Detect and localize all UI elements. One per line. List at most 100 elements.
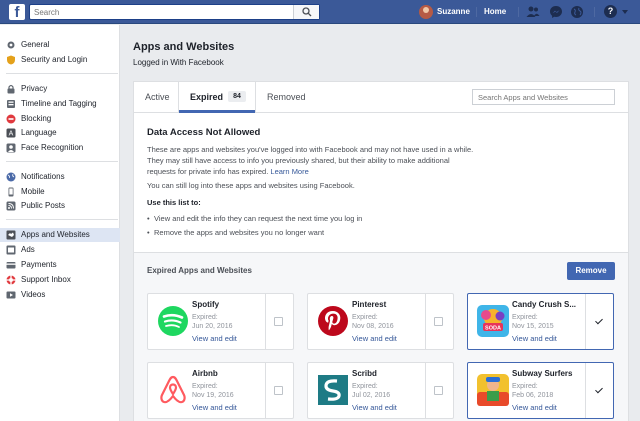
card-icon — [6, 262, 16, 269]
divider — [476, 7, 477, 17]
notice-body: These are apps and websites you've logge… — [147, 144, 477, 177]
lock-icon — [7, 84, 15, 94]
expired-date: Jun 20, 2016 — [192, 323, 233, 330]
app-card-spotify[interactable]: Spotify Expired: Jun 20, 2016 View and e… — [147, 293, 294, 350]
divider — [585, 294, 586, 349]
sidebar-item-language[interactable]: A Language — [0, 126, 120, 140]
view-and-edit-link[interactable]: View and edit — [512, 334, 557, 343]
sidebar-item-label: Videos — [21, 290, 46, 299]
divider — [6, 219, 118, 220]
notice-title: Data Access Not Allowed — [147, 127, 261, 138]
app-name: Airbnb — [192, 369, 218, 378]
video-icon — [6, 291, 16, 299]
select-checkbox-checked[interactable] — [594, 317, 603, 326]
search-box — [29, 4, 320, 20]
expired-label: Expired: — [192, 383, 218, 390]
sidebar-item-apps-and-websites[interactable]: Apps and Websites — [0, 228, 120, 242]
gear-icon — [7, 41, 15, 49]
app-card-candy-crush[interactable]: SODA Candy Crush S... Expired: Nov 15, 2… — [467, 293, 614, 350]
search-button[interactable] — [293, 5, 319, 19]
select-checkbox-checked[interactable] — [594, 386, 603, 395]
apps-panel: Active Expired 84 Removed Data Access No… — [133, 81, 629, 421]
globe-icon — [6, 172, 16, 182]
sidebar-item-public-posts[interactable]: Public Posts — [0, 199, 120, 213]
language-icon: A — [6, 128, 16, 138]
settings-sidebar: General Security and Login Privacy Timel… — [0, 25, 120, 421]
svg-text:A: A — [9, 131, 14, 138]
divider — [425, 363, 426, 418]
sidebar-item-security[interactable]: Security and Login — [0, 53, 120, 67]
expired-date: Jul 02, 2016 — [352, 392, 391, 399]
search-input[interactable] — [34, 6, 284, 18]
app-card-pinterest[interactable]: Pinterest Expired: Nov 08, 2016 View and… — [307, 293, 454, 350]
tab-expired[interactable]: Expired — [190, 92, 223, 102]
sidebar-item-label: Support Inbox — [21, 275, 71, 284]
sidebar-item-blocking[interactable]: Blocking — [0, 112, 120, 126]
sidebar-item-notifications[interactable]: Notifications — [0, 170, 120, 184]
user-name: Suzanne — [437, 7, 470, 16]
ads-icon — [6, 245, 16, 255]
block-icon — [6, 114, 16, 124]
sidebar-item-privacy[interactable]: Privacy — [0, 82, 120, 96]
expired-date: Nov 08, 2016 — [352, 323, 394, 330]
sidebar-item-support-inbox[interactable]: Support Inbox — [0, 273, 120, 287]
tab-removed[interactable]: Removed — [267, 92, 306, 102]
home-link[interactable]: Home — [484, 7, 506, 16]
expired-count-badge: 84 — [228, 91, 246, 102]
notice-login-note: You can still log into these apps and we… — [147, 181, 355, 190]
divider — [585, 363, 586, 418]
globe-notifications-icon[interactable] — [570, 5, 584, 19]
timeline-icon — [7, 100, 15, 108]
facebook-logo-icon[interactable]: f — [9, 4, 25, 20]
view-and-edit-link[interactable]: View and edit — [192, 334, 237, 343]
sidebar-item-label: Blocking — [21, 114, 52, 123]
select-checkbox[interactable] — [274, 386, 283, 395]
sidebar-item-label: Public Posts — [21, 201, 66, 210]
pinterest-logo-icon — [318, 306, 348, 336]
tab-bar: Active Expired 84 Removed — [134, 82, 628, 113]
sidebar-item-payments[interactable]: Payments — [0, 258, 120, 272]
sidebar-item-label: Payments — [21, 260, 57, 269]
sidebar-item-mobile[interactable]: Mobile — [0, 185, 120, 199]
sidebar-item-ads[interactable]: Ads — [0, 243, 120, 257]
divider — [425, 294, 426, 349]
app-card-airbnb[interactable]: Airbnb Expired: Nov 19, 2016 View and ed… — [147, 362, 294, 419]
remove-button[interactable]: Remove — [567, 262, 615, 280]
help-icon[interactable]: ? — [604, 5, 617, 18]
messenger-icon[interactable] — [549, 5, 563, 19]
view-and-edit-link[interactable]: View and edit — [352, 403, 397, 412]
view-and-edit-link[interactable]: View and edit — [352, 334, 397, 343]
expired-date: Nov 15, 2015 — [512, 323, 554, 330]
search-icon — [302, 7, 312, 17]
divider — [178, 82, 179, 113]
select-checkbox[interactable] — [274, 317, 283, 326]
apps-search-input[interactable] — [478, 92, 608, 103]
sidebar-item-general[interactable]: General — [0, 38, 120, 52]
sidebar-item-face-recognition[interactable]: Face Recognition — [0, 141, 120, 155]
select-checkbox[interactable] — [434, 386, 443, 395]
divider — [255, 82, 256, 113]
app-card-scribd[interactable]: Scribd Expired: Jul 02, 2016 View and ed… — [307, 362, 454, 419]
sidebar-item-timeline[interactable]: Timeline and Tagging — [0, 97, 120, 111]
view-and-edit-link[interactable]: View and edit — [192, 403, 237, 412]
app-name: Scribd — [352, 369, 377, 378]
sidebar-item-label: Security and Login — [21, 55, 88, 64]
mobile-icon — [8, 187, 14, 197]
view-and-edit-link[interactable]: View and edit — [512, 403, 557, 412]
chevron-down-icon[interactable] — [622, 10, 628, 14]
airbnb-logo-icon — [160, 375, 186, 404]
tab-active[interactable]: Active — [145, 92, 170, 102]
friend-requests-icon[interactable] — [526, 5, 540, 19]
sidebar-item-videos[interactable]: Videos — [0, 288, 120, 302]
sidebar-item-label: Timeline and Tagging — [21, 99, 97, 108]
app-name: Subway Surfers — [512, 369, 573, 378]
divider — [6, 73, 118, 74]
top-navigation-bar: f Suzanne Home ? — [0, 0, 640, 24]
app-card-subway-surfers[interactable]: Subway Surfers Expired: Feb 06, 2018 Vie… — [467, 362, 614, 419]
sidebar-item-label: Apps and Websites — [21, 230, 90, 239]
select-checkbox[interactable] — [434, 317, 443, 326]
apps-icon — [6, 230, 16, 240]
divider — [265, 294, 266, 349]
learn-more-link[interactable]: Learn More — [270, 167, 308, 176]
expired-label: Expired: — [192, 314, 218, 321]
